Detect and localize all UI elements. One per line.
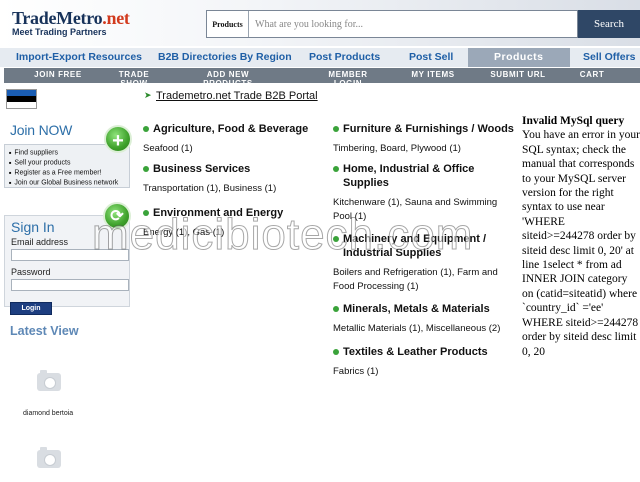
breadcrumb-arrow-icon: ➤ <box>144 90 152 100</box>
category-agriculture: Agriculture, Food & Beverage Seafood (1) <box>143 122 323 156</box>
camera-icon[interactable] <box>37 447 61 468</box>
nav-post-products[interactable]: Post Products <box>309 51 380 63</box>
category-title[interactable]: Agriculture, Food & Beverage <box>143 122 323 136</box>
nav-sell-offers[interactable]: Sell Offers <box>583 51 636 63</box>
nav-cart[interactable]: CART <box>564 70 620 79</box>
estonia-flag-icon <box>6 89 37 109</box>
email-label: Email address <box>11 237 69 247</box>
category-title[interactable]: Textiles & Leather Products <box>333 345 513 359</box>
category-business-services: Business Services Transportation (1), Bu… <box>143 162 323 196</box>
join-plus-icon[interactable]: + <box>104 125 132 153</box>
breadcrumb-link[interactable]: Trademetro.net Trade B2B Portal <box>156 90 318 102</box>
sign-in-arrow-icon[interactable]: ⟳ <box>103 202 131 230</box>
login-button[interactable]: Login <box>10 302 52 315</box>
nav-submit-url[interactable]: SUBMIT URL <box>490 70 546 79</box>
category-subitems[interactable]: Kitchenware (1), Sauna and Swimming Pool… <box>333 196 513 223</box>
sign-in-panel: Sign In ⟳ Email address Password <box>4 202 131 307</box>
join-now-panel: Join NOW Find suppliers Sell your produc… <box>4 118 132 188</box>
category-title[interactable]: Minerals, Metals & Materials <box>333 302 518 316</box>
list-item: Sell your products <box>9 158 126 168</box>
camera-icon[interactable] <box>37 370 61 391</box>
list-item: Register as a Free member! <box>9 168 126 178</box>
category-title[interactable]: Home, Industrial & Office Supplies <box>333 162 513 190</box>
category-subitems[interactable]: Energy (1), Gas (1) <box>143 226 323 240</box>
search-category-select[interactable]: Products <box>207 11 249 37</box>
nav-my-items[interactable]: MY ITEMS <box>405 70 461 79</box>
primary-nav: Import-Export Resources B2B Directories … <box>0 48 640 67</box>
category-subitems[interactable]: Timbering, Board, Plywood (1) <box>333 142 521 156</box>
category-title[interactable]: Business Services <box>143 162 323 176</box>
nav-join-free[interactable]: JOIN FREE <box>30 70 86 79</box>
nav-products[interactable]: Products <box>468 48 570 67</box>
category-environment-energy: Environment and Energy Energy (1), Gas (… <box>143 206 323 240</box>
category-subitems[interactable]: Metallic Materials (1), Miscellaneous (2… <box>333 322 518 336</box>
category-title[interactable]: Environment and Energy <box>143 206 323 220</box>
category-furniture: Furniture & Furnishings / Woods Timberin… <box>333 122 521 156</box>
password-label: Password <box>11 267 51 277</box>
category-home-industrial: Home, Industrial & Office Supplies Kitch… <box>333 162 513 223</box>
password-field[interactable] <box>11 279 129 291</box>
site-tagline: Meet Trading Partners <box>12 27 107 37</box>
category-title[interactable]: Machinery and Equipment / Industrial Sup… <box>333 232 513 260</box>
category-subitems[interactable]: Seafood (1) <box>143 142 323 156</box>
category-subitems[interactable]: Fabrics (1) <box>333 365 513 379</box>
sql-error-body: You have an error in your SQL syntax; ch… <box>522 129 640 358</box>
sign-in-title: Sign In <box>11 219 55 235</box>
category-subitems[interactable]: Boilers and Refrigeration (1), Farm and … <box>333 266 513 293</box>
nav-add-new-products[interactable]: ADD NEW PRODUCTS <box>200 70 256 83</box>
email-field[interactable] <box>11 249 129 261</box>
latest-view-title: Latest View <box>10 324 79 338</box>
secondary-nav: JOIN FREE TRADE SHOW ADD NEW PRODUCTS ME… <box>4 68 640 83</box>
search-input[interactable] <box>249 11 577 37</box>
nav-import-export[interactable]: Import-Export Resources <box>16 51 142 63</box>
latest-view-item[interactable]: diamond bertoia <box>23 410 73 417</box>
category-title[interactable]: Furniture & Furnishings / Woods <box>333 122 521 136</box>
join-now-title: Join NOW <box>10 122 73 138</box>
category-machinery: Machinery and Equipment / Industrial Sup… <box>333 232 513 293</box>
category-subitems[interactable]: Transportation (1), Business (1) <box>143 182 323 196</box>
search-button[interactable]: Search <box>578 10 640 38</box>
site-header: TradeMetro.net Meet Trading Partners Pro… <box>0 0 640 46</box>
site-logo[interactable]: TradeMetro.net <box>12 8 130 29</box>
nav-b2b-directories[interactable]: B2B Directories By Region <box>158 51 292 63</box>
nav-post-sell[interactable]: Post Sell <box>409 51 453 63</box>
nav-member-login[interactable]: MEMBER LOGIN <box>320 70 376 83</box>
sql-error-message: Invalid MySql query You have an error in… <box>522 114 640 359</box>
nav-trade-show[interactable]: TRADE SHOW <box>106 70 162 83</box>
sql-error-title: Invalid MySql query <box>522 115 625 127</box>
search-bar: Products <box>206 10 578 38</box>
list-item: Join our Global Business network <box>9 178 126 188</box>
category-minerals-metals: Minerals, Metals & Materials Metallic Ma… <box>333 302 518 336</box>
category-textiles-leather: Textiles & Leather Products Fabrics (1) <box>333 345 513 379</box>
